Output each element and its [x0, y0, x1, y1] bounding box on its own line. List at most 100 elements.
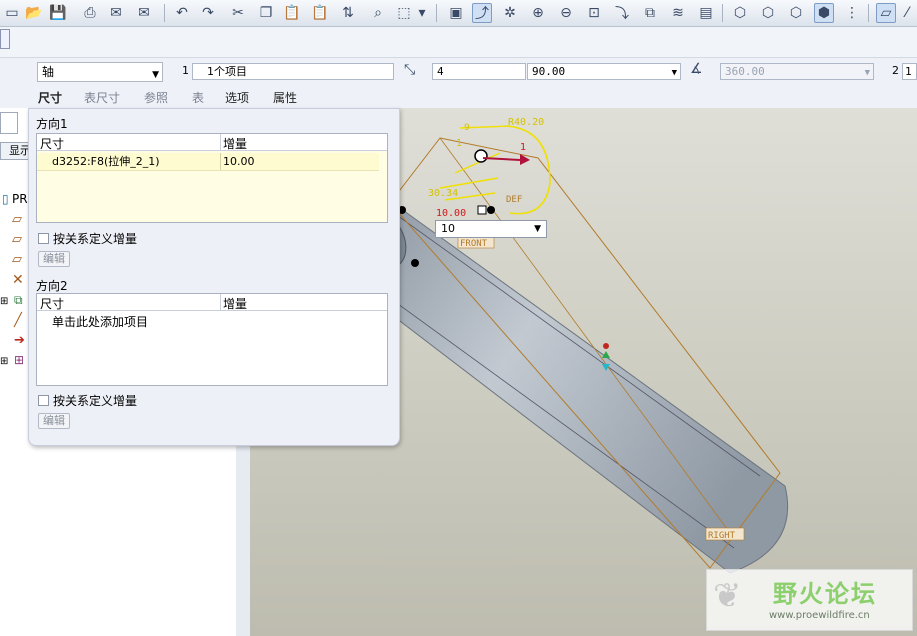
repaint-icon[interactable]: ▣	[446, 3, 466, 23]
dim-radius-label[interactable]: R40.20	[508, 117, 544, 128]
print-icon[interactable]: ⎙	[80, 3, 100, 23]
row-dimension-cell: d3252:F8(拉伸_2_1)	[52, 155, 160, 168]
model-tree-tab-icon[interactable]	[0, 112, 18, 134]
row-increment-cell[interactable]: 10.00	[223, 153, 255, 170]
add-item-row[interactable]: 单击此处添加项目	[37, 314, 379, 331]
column-header-increment: 增量	[223, 137, 248, 151]
table-header: 尺寸 增量	[37, 134, 387, 151]
relation-increment-label-1: 按关系定义增量	[53, 232, 138, 246]
layers-icon[interactable]: ≋	[668, 3, 688, 23]
plane-def-label: DEF	[506, 195, 522, 205]
part-icon: ▯	[2, 192, 9, 206]
zoom-in-icon[interactable]: ⊕	[528, 3, 548, 23]
relation-increment-checkbox-1[interactable]	[38, 233, 49, 244]
datum-planes-icon[interactable]: ▱	[876, 3, 896, 23]
pattern-count-icon: ⤡	[404, 62, 416, 78]
tab-dimensions[interactable]: 尺寸	[38, 88, 62, 108]
tree-root-label[interactable]: PR	[12, 192, 28, 206]
edit-button-label: 编辑	[43, 414, 65, 427]
datum-plane-icon[interactable]: ▱	[12, 252, 22, 267]
hidden-line-icon[interactable]: ⬡	[758, 3, 778, 23]
tab-options[interactable]: 选项	[225, 88, 249, 108]
insert-here-icon[interactable]: ➔	[14, 333, 25, 348]
direction1-items-field[interactable]: 1个项目	[192, 63, 394, 80]
mail-icon[interactable]: ✉	[106, 3, 126, 23]
regenerate-icon[interactable]: ⇅	[338, 3, 358, 23]
direction2-table: 尺寸 增量 单击此处添加项目	[36, 293, 388, 386]
select-dropdown-icon[interactable]: ▾	[416, 3, 428, 23]
undo-icon[interactable]: ↶	[172, 3, 192, 23]
mail-attach-icon[interactable]: ✉	[134, 3, 154, 23]
dim-value-label[interactable]: 10.00	[436, 208, 466, 219]
wireframe-icon[interactable]: ⬡	[730, 3, 750, 23]
csys-origin	[603, 343, 609, 349]
table-row[interactable]: d3252:F8(拉伸_2_1) 10.00	[37, 153, 379, 171]
angular-extent-field[interactable]: 360.00 ▼	[720, 63, 874, 80]
tab-table-dimensions[interactable]: 表尺寸	[84, 88, 120, 108]
model-tree-toggle-icon[interactable]: ⋮	[842, 3, 862, 23]
zoom-out-icon[interactable]: ⊖	[556, 3, 576, 23]
tab-table[interactable]: 表	[192, 88, 204, 108]
cut-icon[interactable]: ✂	[228, 3, 248, 23]
view-manager-icon[interactable]: ▤	[696, 3, 716, 23]
edit-button-1[interactable]: 编辑	[38, 251, 70, 267]
pattern-icon[interactable]: ⊞	[14, 353, 24, 367]
direction2-index: 2	[892, 64, 899, 77]
orient-mode-icon[interactable]: ✲	[500, 3, 520, 23]
datum-axis-icon[interactable]: ╱	[14, 313, 22, 328]
reorient-icon[interactable]: ⤵	[612, 3, 632, 23]
spin-center-icon[interactable]: ⤴	[472, 3, 492, 23]
edit-button-2[interactable]: 编辑	[38, 413, 70, 429]
dim-small-label[interactable]: 30.34	[428, 188, 458, 199]
datum-axes-icon[interactable]: ⁄	[900, 3, 914, 23]
expand-icon[interactable]: ⊞	[0, 296, 8, 307]
find-icon[interactable]: ⌕	[368, 3, 388, 23]
redo-icon[interactable]: ↷	[198, 3, 218, 23]
flame-logo-icon: ❦	[713, 576, 742, 616]
pattern-type-select[interactable]: 轴 ▼	[37, 62, 163, 82]
datum-plane-icon[interactable]: ▱	[12, 232, 22, 247]
direction1-title: 方向1	[36, 117, 68, 131]
direction-arrow	[482, 157, 521, 161]
drag-handle	[477, 205, 487, 215]
tab-references[interactable]: 参照	[144, 88, 168, 108]
chevron-down-icon: ▼	[671, 68, 677, 78]
expand-icon[interactable]: ⊞	[0, 356, 8, 367]
saved-views-icon[interactable]: ⧉	[640, 3, 660, 23]
no-hidden-icon[interactable]: ⬡	[786, 3, 806, 23]
angle-increment-combo[interactable]: 90.00 ▼	[527, 63, 681, 80]
paste-icon[interactable]: 📋	[282, 3, 302, 23]
column-header-increment: 增量	[223, 297, 248, 311]
chevron-down-icon: ▼	[864, 68, 870, 78]
tab-properties[interactable]: 属性	[273, 88, 297, 108]
extrude-icon[interactable]: ⧉	[14, 293, 23, 308]
table-header: 尺寸 增量	[37, 294, 387, 311]
paste-special-icon[interactable]: 📋	[310, 3, 330, 23]
shading-icon[interactable]: ⬢	[814, 3, 834, 23]
csys-icon[interactable]: ✕	[12, 272, 24, 288]
dimension-value-dropdown[interactable]: 10 ▼	[435, 220, 547, 238]
column-header-dimension: 尺寸	[40, 137, 65, 151]
direction2-title: 方向2	[36, 279, 68, 293]
member-count-field[interactable]: 4	[432, 63, 526, 80]
refit-icon[interactable]: ⊡	[584, 3, 604, 23]
copy-icon[interactable]: ❐	[256, 3, 276, 23]
total-angle-value: 360.00	[725, 65, 765, 78]
open-folder-icon[interactable]: 📂	[24, 3, 44, 23]
direction2-items-field[interactable]: 1	[902, 63, 917, 80]
main-toolbar: ▭ 📂 💾 ⎙ ✉ ✉ ↶ ↷ ✂ ❐ 📋 📋 ⇅ ⌕ ⬚ ▾ ▣ ⤴ ✲ ⊕ …	[0, 0, 917, 27]
drag-handle	[474, 149, 488, 163]
datum-plane-icon[interactable]: ▱	[12, 212, 22, 227]
new-file-icon[interactable]: ▭	[2, 3, 22, 23]
collapse-handle-icon[interactable]	[0, 29, 10, 49]
dim-label[interactable]: 9	[464, 123, 470, 133]
pattern-type-value: 轴	[42, 65, 55, 79]
save-icon[interactable]: 💾	[48, 3, 68, 23]
edit-button-label: 编辑	[43, 252, 65, 265]
select-box-icon[interactable]: ⬚	[394, 3, 414, 23]
angular-extent-icon: ∡	[690, 61, 703, 77]
dim-label[interactable]: 1	[456, 138, 462, 149]
dim-label[interactable]: 1	[520, 142, 526, 153]
relation-increment-label-2: 按关系定义增量	[53, 394, 138, 408]
relation-increment-checkbox-2[interactable]	[38, 395, 49, 406]
